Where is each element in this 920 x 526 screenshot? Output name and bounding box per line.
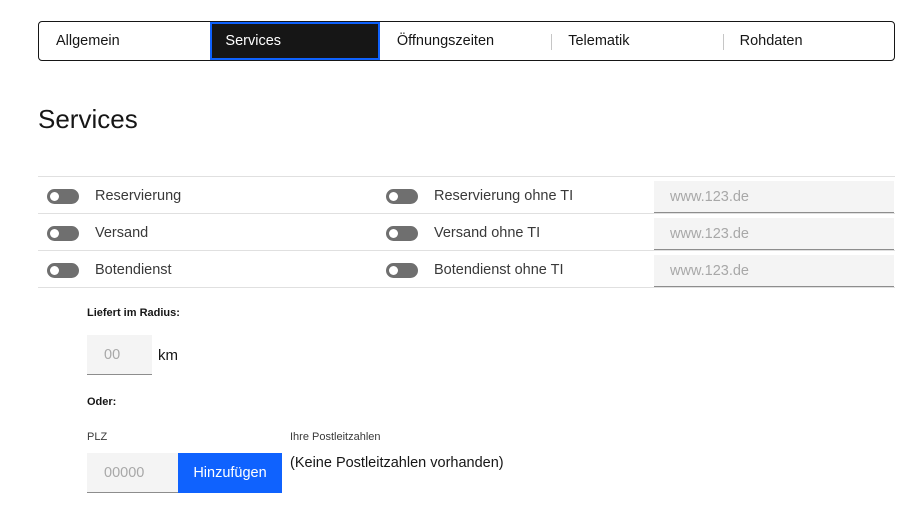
versand-url-input[interactable] bbox=[654, 218, 894, 250]
radius-input[interactable] bbox=[87, 335, 152, 375]
botendienst-url-input[interactable] bbox=[654, 255, 894, 287]
plz-label: PLZ bbox=[87, 431, 108, 443]
service-ti-label: Versand ohne TI bbox=[434, 225, 541, 241]
radius-unit: km bbox=[158, 347, 178, 364]
or-label: Oder: bbox=[87, 396, 117, 408]
service-label: Versand bbox=[95, 225, 149, 241]
service-ti-label: Botendienst ohne TI bbox=[434, 262, 564, 278]
versand-toggle[interactable] bbox=[47, 226, 79, 241]
botendienst-ohne-ti-toggle[interactable] bbox=[386, 263, 418, 278]
service-row-reservierung: Reservierung Reservierung ohne TI bbox=[38, 177, 895, 214]
reservierung-url-input[interactable] bbox=[654, 181, 894, 213]
reservierung-toggle[interactable] bbox=[47, 189, 79, 204]
postcodes-empty-text: (Keine Postleitzahlen vorhanden) bbox=[290, 455, 504, 471]
services-list: Reservierung Reservierung ohne TI Versan… bbox=[38, 176, 895, 288]
tab-services[interactable]: Services bbox=[210, 22, 380, 60]
service-label: Botendienst bbox=[95, 262, 172, 278]
versand-ohne-ti-toggle[interactable] bbox=[386, 226, 418, 241]
botendienst-toggle[interactable] bbox=[47, 263, 79, 278]
tab-oeffnungszeiten[interactable]: Öffnungszeiten bbox=[380, 22, 551, 60]
reservierung-ohne-ti-toggle[interactable] bbox=[386, 189, 418, 204]
tab-label: Services bbox=[225, 33, 282, 49]
tab-label: Allgemein bbox=[56, 33, 120, 49]
service-label: Reservierung bbox=[95, 188, 182, 204]
service-row-versand: Versand Versand ohne TI bbox=[38, 214, 895, 251]
tab-telematik[interactable]: Telematik bbox=[551, 22, 722, 60]
plz-input[interactable] bbox=[87, 453, 178, 493]
page-title: Services bbox=[38, 104, 138, 134]
tab-label: Rohdaten bbox=[739, 33, 803, 49]
service-row-botendienst: Botendienst Botendienst ohne TI bbox=[38, 251, 895, 288]
tab-label: Öffnungszeiten bbox=[396, 33, 495, 49]
radius-label: Liefert im Radius: bbox=[87, 307, 180, 319]
service-ti-label: Reservierung ohne TI bbox=[434, 188, 574, 204]
postcodes-label: Ihre Postleitzahlen bbox=[290, 431, 381, 443]
tab-allgemein[interactable]: Allgemein bbox=[39, 22, 210, 60]
tab-label: Telematik bbox=[568, 33, 630, 49]
add-postcode-button[interactable]: Hinzufügen bbox=[178, 453, 282, 493]
tab-bar: Allgemein Services Öffnungszeiten Telema… bbox=[38, 21, 895, 61]
tab-rohdaten[interactable]: Rohdaten bbox=[722, 22, 894, 60]
